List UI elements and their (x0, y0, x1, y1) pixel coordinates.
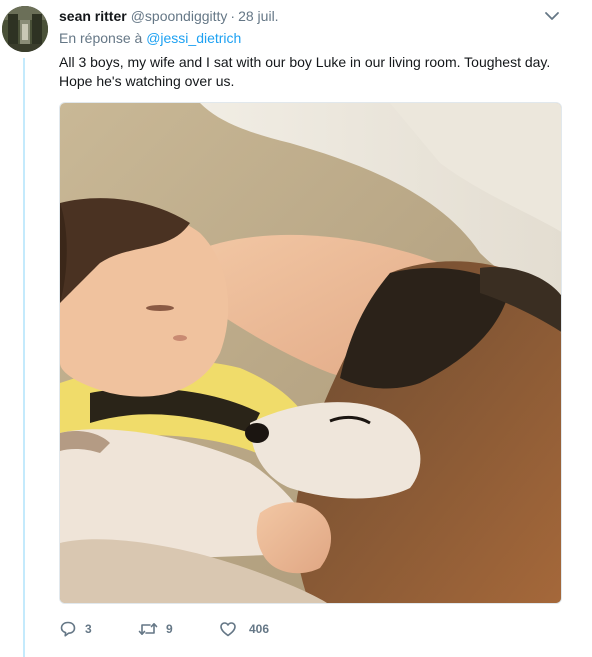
heart-icon (220, 622, 236, 637)
thread-line (23, 58, 25, 657)
photo-boy-and-dog (60, 103, 561, 603)
like-button[interactable]: 406 (219, 620, 289, 638)
chevron-down-icon (545, 12, 559, 20)
reply-icon (60, 621, 76, 637)
more-options-button[interactable] (543, 9, 561, 23)
tweet: sean ritter @spoondiggitty · 28 juil. En… (0, 0, 592, 657)
like-count: 406 (249, 622, 270, 636)
fullname[interactable]: sean ritter (59, 8, 127, 24)
reply-prefix: En réponse à (59, 30, 143, 46)
reply-button[interactable]: 3 (59, 620, 119, 638)
separator: · (230, 8, 236, 24)
reply-mention-link[interactable]: @jessi_dietrich (146, 30, 241, 46)
tweet-header: sean ritter @spoondiggitty · 28 juil. (59, 6, 279, 26)
avatar[interactable] (2, 6, 48, 52)
retweet-button[interactable]: 9 (138, 620, 198, 638)
username[interactable]: @spoondiggitty (131, 8, 228, 24)
timestamp[interactable]: 28 juil. (238, 8, 278, 24)
reply-context: En réponse à @jessi_dietrich (59, 30, 241, 46)
tweet-photo[interactable] (59, 102, 562, 604)
retweet-count: 9 (166, 622, 173, 636)
tweet-text: All 3 boys, my wife and I sat with our b… (59, 54, 551, 89)
reply-count: 3 (85, 622, 92, 636)
retweet-icon (138, 622, 158, 635)
avatar-image (2, 6, 48, 52)
